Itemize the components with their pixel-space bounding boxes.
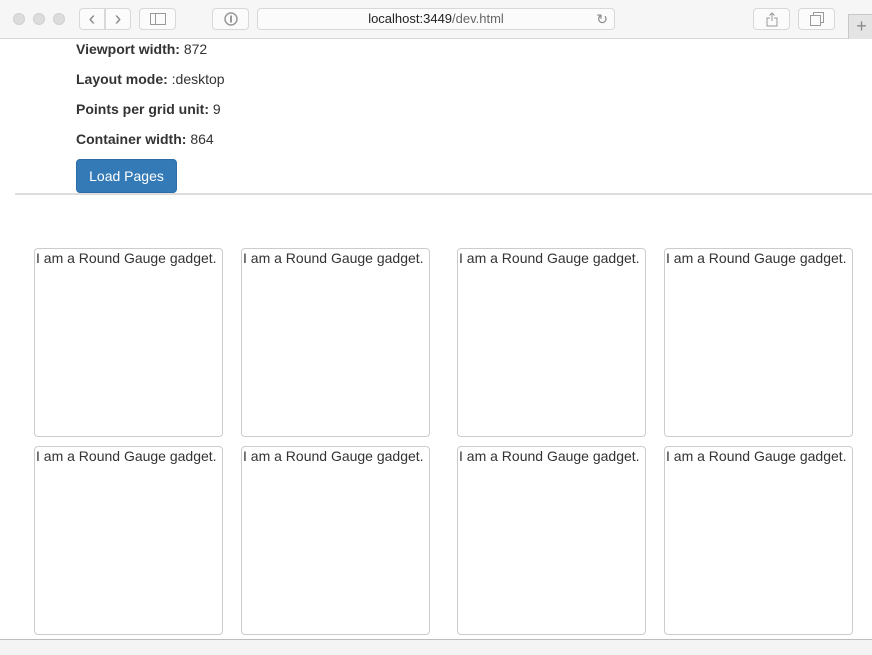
tabs-icon: [809, 12, 824, 26]
password-manager-icon: [223, 12, 238, 26]
layout-mode-label: Layout mode:: [76, 71, 168, 87]
points-per-grid-value: 9: [209, 101, 221, 117]
viewport-width-label: Viewport width:: [76, 41, 180, 57]
address-bar[interactable]: localhost:3449/dev.html ↻: [257, 8, 615, 30]
round-gauge-gadget[interactable]: I am a Round Gauge gadget.: [664, 446, 853, 635]
round-gauge-gadget[interactable]: I am a Round Gauge gadget.: [457, 446, 646, 635]
divider: [15, 193, 872, 195]
chevron-right-icon: ›: [114, 8, 122, 30]
tabs-overview-button[interactable]: [798, 8, 835, 30]
round-gauge-gadget[interactable]: I am a Round Gauge gadget.: [34, 446, 223, 635]
round-gauge-gadget[interactable]: I am a Round Gauge gadget.: [34, 248, 223, 437]
chevron-left-icon: ‹: [88, 8, 96, 30]
viewport-width-info: Viewport width: 872: [76, 41, 207, 57]
share-icon: [766, 11, 777, 26]
sidebar-icon: [149, 13, 166, 25]
container-width-info: Container width: 864: [76, 131, 214, 147]
load-pages-button[interactable]: Load Pages: [76, 159, 177, 193]
points-per-grid-label: Points per grid unit:: [76, 101, 209, 117]
url-host: localhost:3449: [368, 11, 453, 26]
layout-mode-info: Layout mode: :desktop: [76, 71, 225, 87]
round-gauge-gadget[interactable]: I am a Round Gauge gadget.: [664, 248, 853, 437]
minimize-window-button[interactable]: [33, 13, 45, 25]
points-per-grid-info: Points per grid unit: 9: [76, 101, 221, 117]
reload-icon[interactable]: ↻: [596, 9, 608, 29]
round-gauge-gadget[interactable]: I am a Round Gauge gadget.: [241, 248, 430, 437]
browser-toolbar: ‹ › localhost:3449/dev.html ↻ +: [0, 0, 872, 39]
round-gauge-gadget[interactable]: I am a Round Gauge gadget.: [457, 248, 646, 437]
layout-mode-value: :desktop: [167, 71, 225, 87]
sidebar-button[interactable]: [139, 8, 176, 30]
back-button[interactable]: ‹: [79, 8, 105, 30]
container-width-label: Container width:: [76, 131, 187, 147]
forward-button[interactable]: ›: [105, 8, 131, 30]
close-window-button[interactable]: [13, 13, 25, 25]
viewport-width-value: 872: [179, 41, 208, 57]
status-bar: [0, 639, 872, 655]
plus-icon: +: [856, 16, 867, 36]
url-path: /dev.html: [452, 11, 504, 26]
round-gauge-gadget[interactable]: I am a Round Gauge gadget.: [241, 446, 430, 635]
zoom-window-button[interactable]: [53, 13, 65, 25]
password-button[interactable]: [212, 8, 249, 30]
container-width-value: 864: [186, 131, 214, 147]
new-tab-button[interactable]: +: [848, 14, 872, 39]
share-button[interactable]: [753, 8, 790, 30]
